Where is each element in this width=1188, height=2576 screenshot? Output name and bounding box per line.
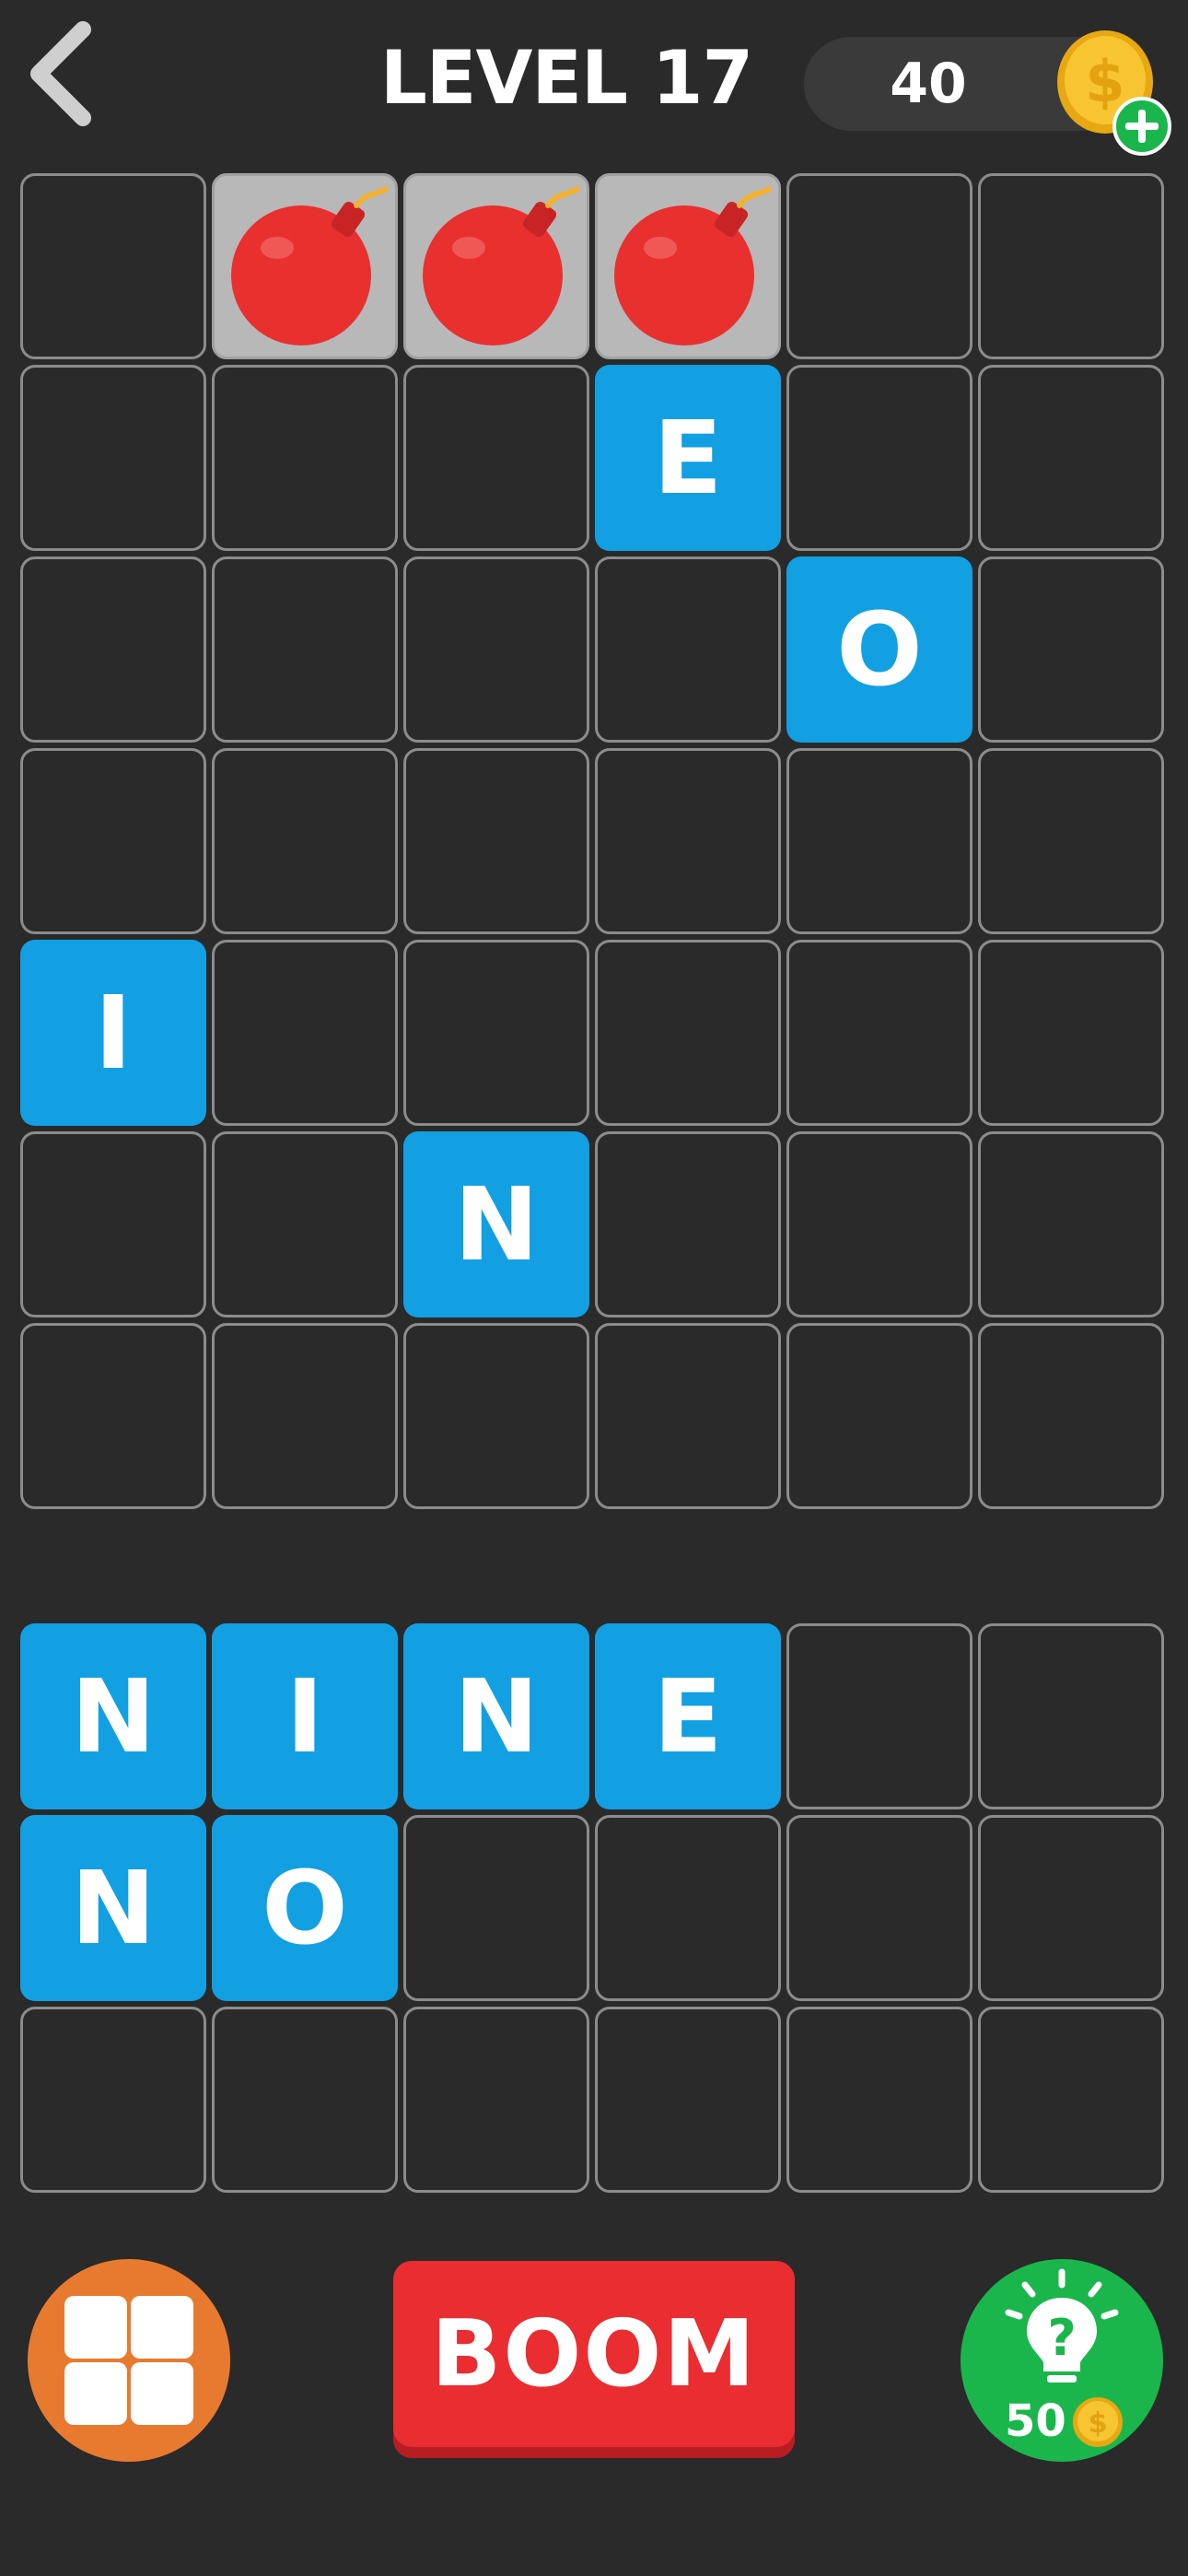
board-cell[interactable] (403, 748, 589, 934)
board-cell[interactable] (595, 556, 781, 743)
board-cell[interactable] (978, 748, 1164, 934)
board-cell[interactable] (978, 173, 1164, 359)
board-cell[interactable] (978, 556, 1164, 743)
bomb-icon (423, 186, 579, 345)
board-cell[interactable] (20, 1131, 206, 1317)
add-coins-button[interactable] (1112, 97, 1171, 156)
bomb-icon (614, 186, 771, 345)
board-cell[interactable] (786, 1323, 973, 1509)
boom-button[interactable]: BOOM (393, 2261, 795, 2447)
board-cell[interactable] (212, 748, 398, 934)
tile-letter: O (836, 591, 923, 708)
tray-cell[interactable] (595, 1815, 781, 2001)
tile-letter: N (453, 1165, 540, 1283)
board-cell[interactable] (20, 365, 206, 551)
board-letter-tile[interactable]: N (403, 1131, 589, 1317)
board-cell[interactable] (212, 1131, 398, 1317)
board-bomb-cell (595, 173, 781, 359)
board-bomb-cell (403, 173, 589, 359)
board-cell[interactable] (978, 1323, 1164, 1509)
tray-cell[interactable] (20, 2007, 206, 2193)
bomb-icon (231, 186, 388, 345)
tile-letter: E (653, 1657, 723, 1775)
board-cell[interactable] (786, 940, 973, 1126)
menu-button[interactable] (28, 2259, 230, 2462)
board-letter-tile[interactable]: O (786, 556, 973, 743)
tray-letter-tile[interactable]: E (595, 1623, 781, 1809)
board-cell[interactable] (20, 1323, 206, 1509)
board-cell[interactable] (403, 365, 589, 551)
board-cell[interactable] (595, 940, 781, 1126)
chevron-left-icon (30, 21, 91, 126)
tray-cell[interactable] (978, 1815, 1164, 2001)
level-title: LEVEL 17 (379, 35, 753, 121)
tray-letter-tile[interactable]: N (20, 1623, 206, 1809)
board-cell[interactable] (403, 556, 589, 743)
board-cell[interactable] (212, 365, 398, 551)
board-cell[interactable] (786, 1131, 973, 1317)
tile-letter: E (653, 399, 723, 517)
tray-cell[interactable] (212, 2007, 398, 2193)
tray-letter-tile[interactable]: N (20, 1815, 206, 2001)
game-board: EO I N (20, 173, 1164, 1509)
tray-cell[interactable] (978, 1623, 1164, 1809)
board-cell[interactable] (978, 365, 1164, 551)
tray-letter-tile[interactable]: O (212, 1815, 398, 2001)
tile-letter: I (94, 974, 133, 1092)
tray-cell[interactable] (403, 1815, 589, 2001)
tray-letter-tile[interactable]: I (212, 1623, 398, 1809)
tile-letter: N (453, 1657, 540, 1775)
board-cell[interactable] (403, 1323, 589, 1509)
tray-cell[interactable] (786, 1815, 973, 2001)
board-letter-tile[interactable]: I (20, 940, 206, 1126)
board-cell[interactable] (212, 1323, 398, 1509)
board-cell[interactable] (20, 748, 206, 934)
board-bomb-cell (212, 173, 398, 359)
board-cell[interactable] (595, 1323, 781, 1509)
board-cell[interactable] (595, 1131, 781, 1317)
letter-tray: NINENO (20, 1623, 1164, 2193)
hint-button[interactable]: ? 50 $ (961, 2259, 1163, 2462)
board-cell[interactable] (978, 1131, 1164, 1317)
tray-cell[interactable] (595, 2007, 781, 2193)
tile-letter: I (285, 1657, 324, 1775)
coin-count: 40 (890, 52, 967, 116)
board-cell[interactable] (595, 748, 781, 934)
board-cell[interactable] (212, 940, 398, 1126)
hint-cost: 50 (1005, 2395, 1066, 2447)
board-letter-tile[interactable]: E (595, 365, 781, 551)
tile-letter: N (70, 1849, 157, 1967)
board-cell[interactable] (978, 940, 1164, 1126)
board-cell[interactable] (786, 173, 973, 359)
svg-text:?: ? (1047, 2309, 1076, 2367)
tile-letter: O (262, 1849, 348, 1967)
board-cell[interactable] (20, 556, 206, 743)
board-cell[interactable] (786, 365, 973, 551)
tile-letter: N (70, 1657, 157, 1775)
board-cell[interactable] (212, 556, 398, 743)
svg-text:$: $ (1089, 2407, 1108, 2440)
board-cell[interactable] (403, 940, 589, 1126)
back-button[interactable] (18, 18, 101, 129)
coin-icon: $ (1073, 2397, 1123, 2447)
tray-cell[interactable] (786, 2007, 973, 2193)
board-cell[interactable] (20, 173, 206, 359)
tray-letter-tile[interactable]: N (403, 1623, 589, 1809)
tray-cell[interactable] (786, 1623, 973, 1809)
board-cell[interactable] (786, 748, 973, 934)
lightbulb-question-icon: ? (1005, 2268, 1119, 2383)
tray-cell[interactable] (978, 2007, 1164, 2193)
tray-cell[interactable] (403, 2007, 589, 2193)
